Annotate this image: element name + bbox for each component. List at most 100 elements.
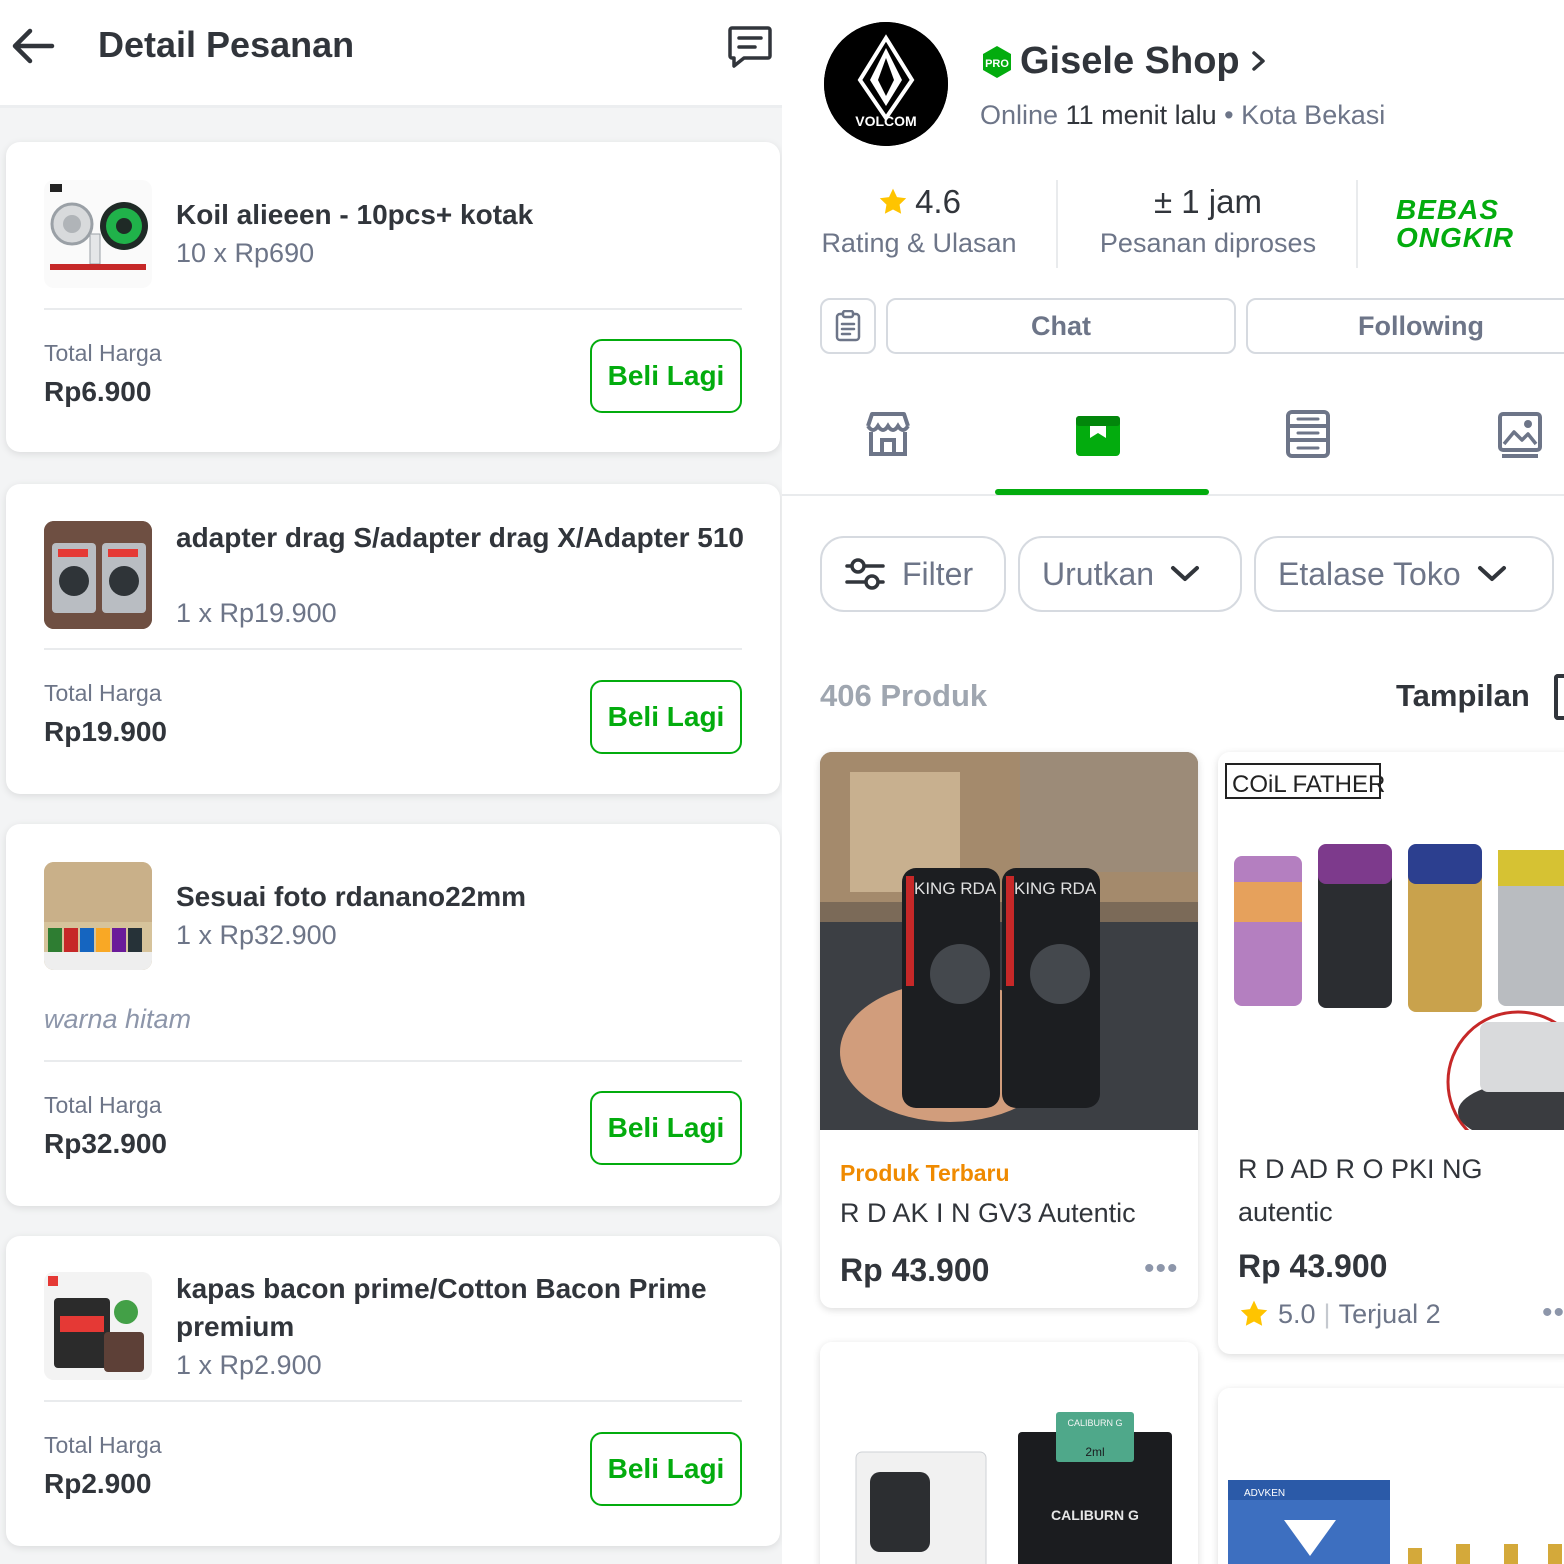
more-options-icon[interactable]: •••	[1144, 1252, 1179, 1286]
process-time-label: Pesanan diproses	[1099, 228, 1317, 258]
box-label: CALIBURN G	[1067, 1418, 1122, 1428]
status-separator: •	[1224, 100, 1234, 130]
shop-logo-text: VOLCOM	[855, 113, 916, 129]
status-prefix: Online	[980, 100, 1059, 130]
product-title: R D AD R O PKI NG autentic	[1238, 1148, 1483, 1234]
divider	[44, 648, 742, 650]
order-header: Detail Pesanan	[0, 0, 782, 108]
clipboard-icon	[835, 310, 861, 342]
sort-label: Urutkan	[1042, 555, 1155, 592]
chevron-right-icon[interactable]	[1248, 46, 1270, 76]
total-label: Total Harga	[44, 340, 162, 366]
order-item-card: adapter drag S/adapter drag X/Adapter 51…	[6, 484, 780, 794]
rating-value: 5.0	[1278, 1298, 1316, 1329]
box-capacity: 2ml	[1085, 1445, 1104, 1459]
product-qty-price: 1 x Rp2.900	[176, 1350, 322, 1380]
new-product-tag: Produk Terbaru	[840, 1160, 1010, 1186]
product-count: 406 Produk	[820, 678, 988, 713]
product-title-line1: R D AD R O PKI NG	[1238, 1154, 1483, 1184]
chevron-down-icon	[1171, 566, 1200, 581]
pro-badge-text: PRO	[985, 58, 1009, 70]
following-button[interactable]: Following	[1246, 298, 1564, 354]
store-icon[interactable]	[862, 408, 914, 460]
product-title: R D AK I N GV3 Autentic	[840, 1198, 1136, 1228]
buy-again-button[interactable]: Beli Lagi	[590, 1091, 742, 1165]
buy-again-button[interactable]: Beli Lagi	[590, 339, 742, 413]
product-thumbnail	[44, 521, 152, 629]
total-label: Total Harga	[44, 1432, 162, 1458]
product-name: Sesuai foto rdanano22mm	[176, 881, 527, 912]
product-image: KING RDA KING RDA	[820, 752, 1198, 1130]
gallery-icon[interactable]	[1494, 408, 1546, 460]
view-mode-label[interactable]: Tampilan	[1396, 678, 1530, 714]
divider	[1056, 180, 1058, 268]
product-card[interactable]: COiL FATHER R D AD R O PKI NG autentic R…	[1218, 752, 1564, 1354]
buy-again-button[interactable]: Beli Lagi	[590, 1432, 742, 1506]
star-icon	[879, 188, 907, 214]
filter-label: Filter	[902, 555, 974, 592]
shop-name[interactable]: Gisele Shop	[1020, 40, 1240, 83]
product-name: adapter drag S/adapter drag X/Adapter 51…	[176, 522, 744, 553]
box-label: KING RDA	[1014, 879, 1097, 898]
total-value: Rp2.900	[44, 1468, 152, 1499]
product-image: ADVKEN	[1218, 1388, 1564, 1564]
product-name: kapas bacon prime/Cotton Bacon Prime pre…	[176, 1273, 707, 1342]
rating-label: Rating & Ulasan	[821, 228, 1017, 258]
shop-notes-button[interactable]	[820, 298, 876, 354]
total-label: Total Harga	[44, 680, 162, 706]
product-thumbnail	[44, 862, 152, 970]
shop-location: Kota Bekasi	[1241, 100, 1386, 130]
filter-sliders-icon	[845, 558, 885, 590]
buy-again-button[interactable]: Beli Lagi	[590, 680, 742, 754]
active-tab-indicator	[995, 489, 1209, 495]
status-time: 11 menit lalu	[1065, 100, 1217, 130]
order-item-card: Sesuai foto rdanano22mm 1 x Rp32.900 war…	[6, 824, 780, 1206]
free-shipping-badge: BEBAS ONGKIR	[1396, 196, 1514, 252]
process-time-stat: ± 1 jam Pesanan diproses	[1086, 180, 1330, 259]
total-label: Total Harga	[44, 1092, 162, 1118]
product-icon[interactable]	[1072, 408, 1124, 460]
free-shipping-line1: BEBAS	[1396, 194, 1500, 225]
pro-badge-icon: PRO	[980, 45, 1014, 79]
chat-bubble-icon[interactable]	[726, 22, 774, 70]
product-qty-price: 1 x Rp19.900	[176, 598, 337, 628]
filter-chip[interactable]: Filter	[820, 536, 1006, 612]
showcase-chip[interactable]: Etalase Toko	[1254, 536, 1554, 612]
divider	[44, 308, 742, 310]
process-time-value: ± 1 jam	[1154, 183, 1262, 220]
product-image: COiL FATHER	[1218, 752, 1564, 1154]
sort-chip[interactable]: Urutkan	[1018, 536, 1242, 612]
product-title-line2: autentic	[1238, 1197, 1333, 1227]
total-value: Rp6.900	[44, 376, 152, 407]
order-note: warna hitam	[44, 1004, 192, 1034]
shop-status: Online 11 menit lalu • Kota Bekasi	[980, 100, 1385, 131]
rating-value: 4.6	[915, 183, 961, 220]
brand-label: COiL FATHER	[1232, 771, 1385, 798]
free-shipping-line2: ONGKIR	[1396, 222, 1514, 253]
divider	[44, 1400, 742, 1402]
box-brand: CALIBURN G	[1051, 1507, 1139, 1523]
divider	[44, 1060, 742, 1062]
product-card[interactable]: ADVKEN	[1218, 1388, 1564, 1564]
product-image: CALIBURN G 2ml CALIBURN G	[820, 1342, 1198, 1564]
more-options-icon[interactable]: ••	[1542, 1296, 1564, 1330]
chat-button[interactable]: Chat	[886, 298, 1236, 354]
shop-panel: VOLCOM PRO Gisele Shop Online 11 menit l…	[782, 0, 1564, 1564]
box-label: KING RDA	[914, 879, 997, 898]
product-card[interactable]: CALIBURN G 2ml CALIBURN G	[820, 1342, 1198, 1564]
star-icon	[1240, 1300, 1268, 1326]
chevron-down-icon	[1477, 566, 1506, 581]
grid-view-icon[interactable]	[1554, 674, 1564, 720]
feed-icon[interactable]	[1282, 408, 1334, 460]
rating-stat[interactable]: 4.6 Rating & Ulasan	[816, 180, 1022, 259]
order-item-card: kapas bacon prime/Cotton Bacon Prime pre…	[6, 1236, 780, 1546]
shop-logo[interactable]: VOLCOM	[824, 22, 948, 146]
box-brand: ADVKEN	[1244, 1488, 1285, 1499]
product-card[interactable]: KING RDA KING RDA Produk Terbaru R D AK …	[820, 752, 1198, 1308]
order-detail-panel: Detail Pesanan Koil alieeen - 10pcs+ kot…	[0, 0, 782, 1564]
product-qty-price: 1 x Rp32.900	[176, 920, 337, 950]
back-arrow-icon[interactable]	[8, 22, 58, 70]
product-qty-price: 10 x Rp690	[176, 238, 315, 268]
order-item-card: Koil alieeen - 10pcs+ kotak 10 x Rp690 T…	[6, 142, 780, 452]
product-price: Rp 43.900	[1238, 1248, 1388, 1284]
